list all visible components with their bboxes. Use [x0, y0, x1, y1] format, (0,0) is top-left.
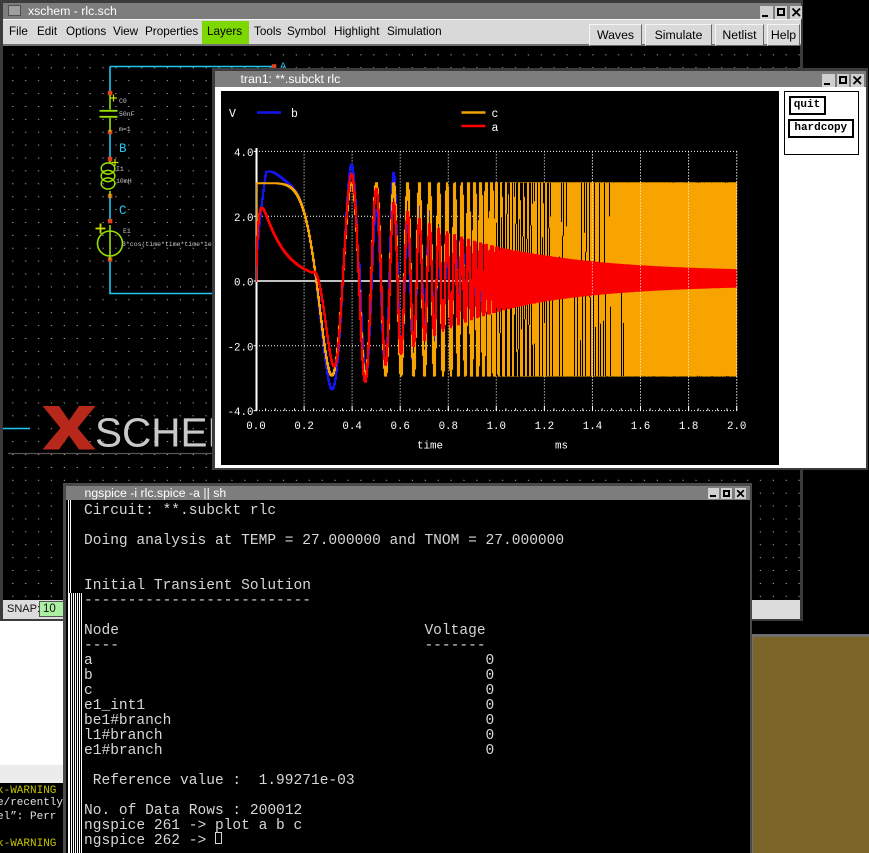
- svg-text:10mH: 10mH: [116, 178, 132, 185]
- svg-text:2.0: 2.0: [234, 213, 253, 225]
- svg-text:C: C: [119, 204, 127, 218]
- svg-text:C0: C0: [119, 98, 127, 105]
- svg-text:a: a: [492, 122, 499, 135]
- svg-text:1.8: 1.8: [679, 421, 698, 433]
- svg-text:-2.0: -2.0: [228, 342, 254, 354]
- svg-text:ms: ms: [555, 441, 568, 453]
- svg-text:1.4: 1.4: [583, 421, 602, 433]
- svg-text:3*cos(time*time*time*1e11): 3*cos(time*time*time*1e11): [122, 241, 223, 248]
- svg-text:4.0: 4.0: [234, 148, 253, 160]
- svg-text:0.8: 0.8: [439, 421, 458, 433]
- svg-text:1.6: 1.6: [631, 421, 650, 433]
- svg-text:time: time: [417, 441, 443, 453]
- svg-text:0.2: 0.2: [294, 421, 313, 433]
- svg-text:2.0: 2.0: [727, 421, 746, 433]
- svg-text:I1: I1: [116, 166, 124, 173]
- svg-text:c: c: [492, 108, 499, 121]
- svg-text:B: B: [119, 142, 127, 156]
- svg-text:0.4: 0.4: [342, 421, 361, 433]
- svg-text:0.0: 0.0: [246, 421, 265, 433]
- svg-text:-4.0: -4.0: [228, 407, 254, 419]
- svg-text:1.0: 1.0: [487, 421, 506, 433]
- svg-text:V: V: [229, 108, 236, 121]
- svg-text:50nF: 50nF: [119, 111, 135, 118]
- svg-text:0.0: 0.0: [234, 278, 253, 290]
- svg-text:m=1: m=1: [119, 126, 131, 133]
- svg-text:0.6: 0.6: [390, 421, 409, 433]
- svg-text:E1: E1: [123, 228, 131, 235]
- svg-text:1.2: 1.2: [535, 421, 554, 433]
- svg-text:b: b: [291, 108, 298, 121]
